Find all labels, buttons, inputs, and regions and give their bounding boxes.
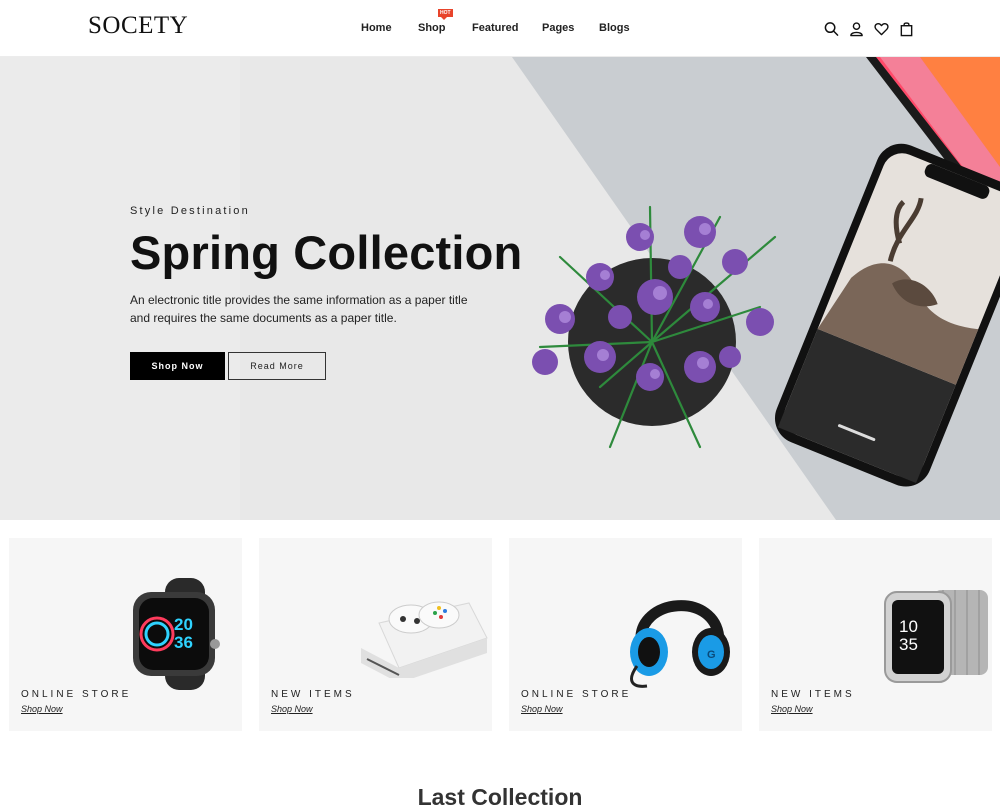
hero-title: Spring Collection <box>130 226 523 279</box>
shopping-bag-icon[interactable] <box>899 21 914 37</box>
nav-item-home[interactable]: Home <box>361 22 392 34</box>
section-title: Last Collection <box>417 784 583 810</box>
category-card[interactable]: G ONLINE STORE Shop Now <box>509 538 742 731</box>
hero-banner: Style Destination Spring Collection An e… <box>0 57 1000 520</box>
hot-badge: HOT <box>438 9 453 20</box>
search-icon[interactable] <box>824 21 839 37</box>
game-console-image <box>361 601 488 678</box>
shop-now-button[interactable]: Shop Now <box>130 352 225 380</box>
category-card[interactable]: 10 35 NEW ITEMS Shop Now <box>759 538 992 731</box>
hero-image <box>0 57 1000 520</box>
headphones-image: G <box>630 600 730 688</box>
shop-now-link[interactable]: Shop Now <box>771 704 813 714</box>
shop-now-link[interactable]: Shop Now <box>271 704 313 714</box>
shop-now-link[interactable]: Shop Now <box>21 704 63 714</box>
nav-item-pages[interactable]: Pages <box>542 22 574 34</box>
heart-icon[interactable] <box>874 21 889 37</box>
category-card[interactable]: 20 36 ONLINE STORE Shop Now <box>9 538 242 731</box>
nav-item-shop[interactable]: Shop HOT <box>418 9 453 34</box>
nav-item-featured[interactable]: Featured <box>472 22 518 34</box>
site-header: SOCETY Home Shop HOT Featured Pages Blog… <box>0 0 1000 57</box>
card-label: NEW ITEMS <box>771 689 855 700</box>
card-label: ONLINE STORE <box>521 689 632 700</box>
hero-description: An electronic title provides the same in… <box>130 293 468 325</box>
smartwatch-image: 20 36 <box>133 578 220 690</box>
svg-text:G: G <box>707 649 716 661</box>
header-actions <box>824 21 914 37</box>
site-logo[interactable]: SOCETY <box>88 12 188 40</box>
smartwatch-silver-image: 10 35 <box>884 590 988 683</box>
nav-item-label: Shop <box>418 22 446 34</box>
category-card[interactable]: NEW ITEMS Shop Now <box>259 538 492 731</box>
nav-item-blogs[interactable]: Blogs <box>599 22 630 34</box>
shop-now-link[interactable]: Shop Now <box>521 704 563 714</box>
card-label: ONLINE STORE <box>21 689 132 700</box>
watch-time-text: 10 35 <box>899 617 918 654</box>
watch-time-text: 20 36 <box>174 615 193 652</box>
card-label: NEW ITEMS <box>271 689 355 700</box>
hero-eyebrow: Style Destination <box>130 205 250 217</box>
category-cards: 20 36 ONLINE STORE Shop Now NEW ITEMS Sho… <box>0 520 1000 750</box>
user-icon[interactable] <box>849 21 864 37</box>
read-more-button[interactable]: Read More <box>228 352 326 380</box>
